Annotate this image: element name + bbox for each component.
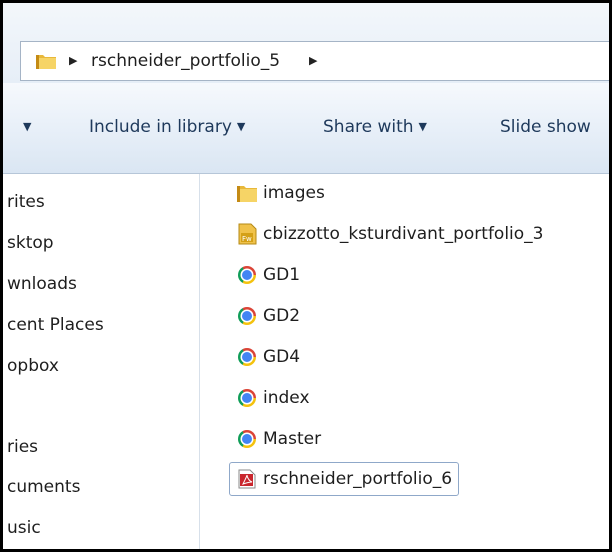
folder-icon — [36, 55, 56, 69]
fireworks-icon: Fw — [238, 223, 257, 245]
include-in-library-button[interactable]: Include in library ▼ — [89, 116, 245, 138]
address-area: ▶ rschneider_portfolio_5 ▶ — [3, 3, 609, 83]
nav-item-desktop[interactable]: sktop — [7, 232, 54, 254]
list-item[interactable]: Master — [236, 424, 321, 454]
nav-item-dropbox[interactable]: opbox — [7, 355, 59, 377]
breadcrumb-chevron-icon[interactable]: ▶ — [69, 42, 77, 80]
navigation-pane: rites sktop wnloads cent Places opbox ri… — [3, 174, 200, 549]
nav-item-documents[interactable]: cuments — [7, 476, 80, 498]
nav-item-recent-places[interactable]: cent Places — [7, 314, 104, 336]
chevron-down-icon: ▼ — [236, 120, 246, 133]
file-name: index — [263, 388, 310, 408]
chrome-icon — [238, 266, 256, 284]
chrome-icon — [238, 348, 256, 366]
file-name: cbizzotto_ksturdivant_portfolio_3 — [263, 224, 544, 244]
pdf-icon — [238, 469, 256, 489]
file-list: images Fw cbizzotto_ksturdivant_portfoli… — [200, 174, 609, 549]
nav-item-libraries[interactable]: ries — [7, 436, 38, 458]
list-item[interactable]: images — [236, 178, 325, 208]
slide-show-button[interactable]: Slide show — [500, 116, 591, 138]
nav-item-music[interactable]: usic — [7, 517, 41, 539]
file-name: GD2 — [263, 306, 301, 326]
list-item[interactable]: Fw cbizzotto_ksturdivant_portfolio_3 — [236, 219, 544, 249]
nav-item-favorites[interactable]: rites — [7, 191, 45, 213]
breadcrumb-folder[interactable]: rschneider_portfolio_5 — [91, 42, 280, 80]
chrome-icon — [238, 307, 256, 325]
breadcrumb-chevron-icon[interactable]: ▶ — [309, 42, 317, 80]
file-name: rschneider_portfolio_6 — [263, 469, 453, 489]
svg-text:Fw: Fw — [242, 235, 252, 243]
file-name: images — [263, 183, 325, 203]
share-with-button[interactable]: Share with ▼ — [323, 116, 427, 138]
chevron-down-icon: ▼ — [418, 120, 427, 133]
nav-item-downloads[interactable]: wnloads — [7, 273, 77, 295]
list-item[interactable]: GD2 — [236, 301, 300, 331]
address-bar[interactable]: ▶ rschneider_portfolio_5 ▶ — [20, 41, 609, 81]
list-item[interactable]: GD1 — [236, 260, 300, 290]
folder-icon — [237, 186, 257, 202]
chrome-icon — [238, 430, 256, 448]
list-item-selected[interactable]: rschneider_portfolio_6 — [229, 462, 460, 496]
chrome-icon — [238, 389, 256, 407]
file-name: Master — [263, 429, 322, 449]
list-item[interactable]: GD4 — [236, 342, 300, 372]
list-item[interactable]: index — [236, 383, 310, 413]
organize-dropdown-icon[interactable]: ▼ — [23, 116, 31, 138]
explorer-window: ▶ rschneider_portfolio_5 ▶ ▼ Include in … — [3, 3, 609, 549]
file-name: GD1 — [263, 265, 301, 285]
file-name: GD4 — [263, 347, 301, 367]
command-bar: ▼ Include in library ▼ Share with ▼ Slide … — [3, 83, 609, 174]
